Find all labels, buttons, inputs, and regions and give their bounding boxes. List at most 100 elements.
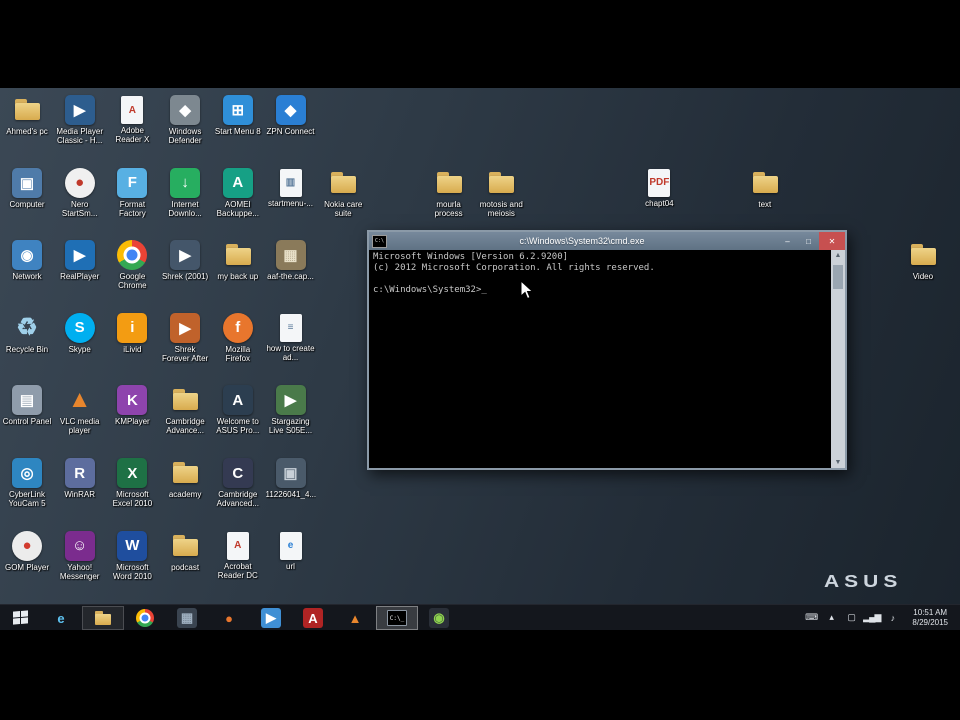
letterbox-bottom [0,630,960,720]
desktop-icon-skype[interactable]: SSkype [55,313,105,381]
desktop-icon-mourla-process[interactable]: mourla process [424,168,474,236]
desktop-icon-academy[interactable]: academy [160,458,210,526]
cmd-titlebar[interactable]: C:\ c:\Windows\System32\cmd.exe – □ ✕ [369,232,845,250]
desktop-icon-recycle-bin[interactable]: ♻Recycle Bin [2,313,52,381]
desktop-icon-computer[interactable]: ▣Computer [2,168,52,236]
volume-icon[interactable]: ♪ [884,613,900,623]
desktop-icon-internet-downlo[interactable]: ↓Internet Downlo... [160,168,210,236]
taskbar-item-photos[interactable]: ▶ [250,606,292,630]
adobe-reader-icon: A [303,608,323,628]
desktop-icon-cambridge-advance[interactable]: Cambridge Advance... [160,385,210,453]
taskbar-item-chrome[interactable] [124,606,166,630]
desktop-icon-acrobat-reader-dc[interactable]: AAcrobat Reader DC [213,531,263,599]
taskbar-item-adobe-reader[interactable]: A [292,606,334,630]
nero-startsm-icon: ● [65,168,95,198]
desktop-icon-aomei-backuppe[interactable]: AAOMEI Backuppe... [213,168,263,236]
photos-icon: ▶ [261,608,281,628]
maximize-button[interactable]: □ [798,232,819,250]
taskbar-items: e ▦● ▶ A ▲ C:\_◉ [40,605,460,630]
clock-date: 8/29/2015 [912,618,948,628]
desktop-icon-nokia-care-suite[interactable]: Nokia care suite [318,168,368,236]
taskbar-item-firefox[interactable]: ● [208,606,250,630]
mourla-process-icon [434,168,464,198]
desktop-icon-url[interactable]: eurl [266,531,316,599]
microsoft-excel-2010-icon: X [117,458,147,488]
taskbar-item-media-app[interactable]: ▦ [166,606,208,630]
desktop-icon-shrek-2001[interactable]: ▶Shrek (2001) [160,240,210,308]
desktop-icon-aaf-the-cap[interactable]: ▦aaf-the.cap... [266,240,316,308]
desktop-icon-microsoft-word-2010[interactable]: WMicrosoft Word 2010 [107,531,157,599]
acrobat-reader-dc-icon: A [227,532,249,560]
desktop-icon-control-panel[interactable]: ▤Control Panel [2,385,52,453]
desktop-icon-label: WinRAR [55,490,105,499]
desktop-icon-ilivid[interactable]: iiLivid [107,313,157,381]
yahoo-messenger-icon: ☺ [65,531,95,561]
network-icon[interactable]: ▂▄▆ [863,612,880,623]
desktop-icon-motosis-and-meiosis[interactable]: motosis and meiosis [476,168,526,236]
show-hidden-icons-icon[interactable]: ▴ [823,612,839,623]
desktop-icon-media-player-classic-h[interactable]: ▶Media Player Classic - H... [55,95,105,163]
taskbar-item-cmd[interactable]: C:\_ [376,606,418,630]
desktop-icon-adobe-reader-x[interactable]: AAdobe Reader X [107,95,157,163]
desktop-icon-google-chrome[interactable]: Google Chrome [107,240,157,308]
desktop-icon-shrek-forever-after-2010[interactable]: ▶Shrek Forever After (2010)... [160,313,210,381]
desktop-icon-my-back-up[interactable]: my back up [213,240,263,308]
desktop-icon-cyberlink-youcam-5[interactable]: ◎CyberLink YouCam 5 [2,458,52,526]
desktop-icon-vlc-media-player[interactable]: ▲VLC media player [55,385,105,453]
desktop-icon-cambridge-advanced[interactable]: CCambridge Advanced... [213,458,263,526]
taskbar-item-file-explorer[interactable] [82,606,124,630]
desktop-icon-label: Network [2,272,52,281]
cmd-line: c:\Windows\System32>_ [373,285,827,296]
desktop-icon-podcast[interactable]: podcast [160,531,210,599]
desktop-icon-welcome-to-asus-pro[interactable]: AWelcome to ASUS Pro... [213,385,263,453]
desktop-icon-startmenu[interactable]: ▥startmenu-... [266,168,316,236]
desktop-icon-zpn-connect[interactable]: ◆ZPN Connect [266,95,316,163]
start-button[interactable] [0,605,40,631]
desktop-icon-network[interactable]: ◉Network [2,240,52,308]
desktop-icon-label: Yahoo! Messenger [55,563,105,581]
desktop-icon-stargazing-live-s05e[interactable]: ▶Stargazing Live S05E... [266,385,316,453]
desktop-icon-label: Mozilla Firefox [213,345,263,363]
cmd-output[interactable]: Microsoft Windows [Version 6.2.9200](c) … [369,250,831,468]
desktop-icon-label: Welcome to ASUS Pro... [213,417,263,435]
taskbar-item-internet-explorer[interactable]: e [40,606,82,630]
desktop-icon-ahmed-s-pc[interactable]: Ahmed's pc [2,95,52,163]
desktop-icon-label: Windows Defender [160,127,210,145]
touch-keyboard-icon[interactable]: ⌨ [803,612,819,623]
letterbox-top [0,0,960,88]
desktop-icon-label: GOM Player [2,563,52,572]
desktop-icon-chapt04[interactable]: PDFchapt04 [634,168,684,236]
desktop-icon-video[interactable]: Video [898,240,948,308]
desktop-icon-11226041-4[interactable]: ▣11226041_4... [266,458,316,526]
close-button[interactable]: ✕ [819,232,845,250]
vlc-icon: ▲ [345,608,365,628]
ilivid-icon: i [117,313,147,343]
action-center-icon[interactable]: ▢ [843,612,859,623]
cmd-window[interactable]: C:\ c:\Windows\System32\cmd.exe – □ ✕ Mi… [367,230,847,470]
clock[interactable]: 10:51 AM 8/29/2015 [912,608,948,628]
screen: Ahmed's pc▣Computer◉Network♻Recycle Bin▤… [0,0,960,720]
zpn-connect-icon: ◆ [276,95,306,125]
desktop-icon-yahoo-messenger[interactable]: ☺ Yahoo! Messenger [55,531,105,599]
desktop-icon-winrar[interactable]: RWinRAR [55,458,105,526]
desktop-icon-text[interactable]: text [740,168,790,236]
desktop-icon-gom-player[interactable]: ●GOM Player [2,531,52,599]
microsoft-word-2010-icon: W [117,531,147,561]
desktop-icon-nero-startsm[interactable]: ●Nero StartSm... [55,168,105,236]
desktop-icon-how-to-create-ad[interactable]: ≡how to create ad... [266,313,316,381]
desktop-icon-windows-defender[interactable]: ◆Windows Defender [160,95,210,163]
scroll-up-icon[interactable]: ▲ [835,252,842,259]
desktop-icon-start-menu-8[interactable]: ⊞Start Menu 8 [213,95,263,163]
cmd-system-icon[interactable]: C:\ [372,235,387,248]
taskbar-item-youcam[interactable]: ◉ [418,606,460,630]
desktop-icon-kmplayer[interactable]: KKMPlayer [107,385,157,453]
cmd-scroll-thumb[interactable] [833,265,843,289]
minimize-button[interactable]: – [777,232,798,250]
desktop-icon-mozilla-firefox[interactable]: fMozilla Firefox [213,313,263,381]
desktop-icon-realplayer[interactable]: ▶RealPlayer [55,240,105,308]
skype-icon: S [65,313,95,343]
scroll-down-icon[interactable]: ▼ [835,459,842,466]
taskbar-item-vlc[interactable]: ▲ [334,606,376,630]
desktop-icon-format-factory[interactable]: FFormat Factory [107,168,157,236]
desktop-icon-microsoft-excel-2010[interactable]: XMicrosoft Excel 2010 [107,458,157,526]
